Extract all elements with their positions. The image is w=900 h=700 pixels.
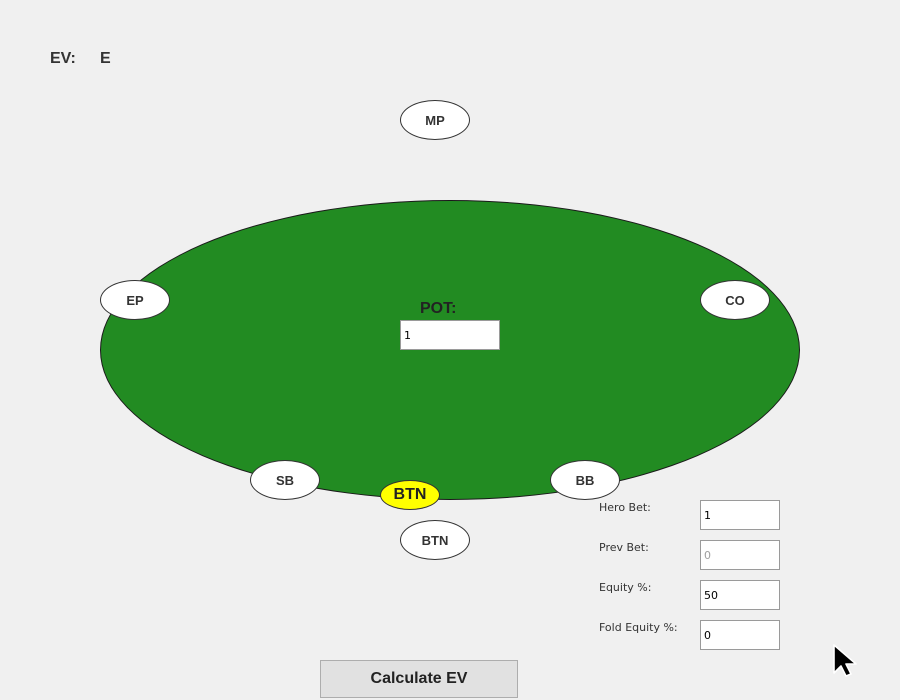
seat-mp[interactable]: MP xyxy=(400,100,470,140)
hero-bet-label: Hero Bet: xyxy=(599,501,651,514)
equity-label: Equity %: xyxy=(599,581,652,594)
seat-bb[interactable]: BB xyxy=(550,460,620,500)
seat-sb[interactable]: SB xyxy=(250,460,320,500)
seat-co[interactable]: CO xyxy=(700,280,770,320)
seat-btn[interactable]: BTN xyxy=(400,520,470,560)
mouse-cursor-icon xyxy=(833,644,857,677)
pot-input[interactable] xyxy=(400,320,500,350)
dealer-button: BTN xyxy=(380,480,440,510)
ev-label: EV: xyxy=(50,50,76,67)
pot-label: POT: xyxy=(420,300,457,317)
ev-value: E xyxy=(100,50,111,67)
fold-equity-label: Fold Equity %: xyxy=(599,621,678,634)
seat-ep[interactable]: EP xyxy=(100,280,170,320)
poker-table xyxy=(100,200,800,500)
prev-bet-input[interactable] xyxy=(700,540,780,570)
calculate-ev-button[interactable]: Calculate EV xyxy=(320,660,518,698)
hero-bet-input[interactable] xyxy=(700,500,780,530)
prev-bet-label: Prev Bet: xyxy=(599,541,649,554)
fold-equity-input[interactable] xyxy=(700,620,780,650)
equity-input[interactable] xyxy=(700,580,780,610)
